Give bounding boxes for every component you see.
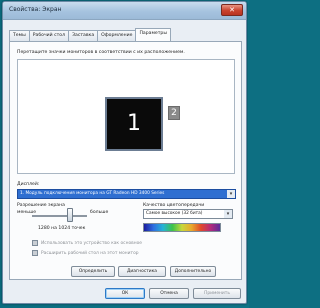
- ok-button[interactable]: ОК: [105, 288, 145, 299]
- resolution-value: 1280 на 1024 точек: [38, 226, 86, 231]
- monitor-1-icon[interactable]: 1: [105, 97, 163, 151]
- chevron-down-icon[interactable]: ▾: [227, 190, 235, 198]
- monitor-2-icon[interactable]: 2: [168, 106, 180, 120]
- extend-desktop-checkbox-label: Расширить рабочий стол на этот монитор: [41, 250, 139, 256]
- tab-themes[interactable]: Темы: [9, 30, 30, 41]
- tab-screensaver[interactable]: Заставка: [68, 30, 99, 41]
- display-select-value: 1. Модуль подключения монитора на GT Rad…: [20, 191, 165, 196]
- advanced-button[interactable]: Дополнительно: [170, 266, 216, 277]
- close-button[interactable]: ✕: [221, 4, 243, 16]
- primary-device-checkbox[interactable]: [32, 240, 38, 246]
- color-quality-select[interactable]: Самое высокое (32 бита) ▾: [143, 209, 233, 219]
- resolution-slider-thumb[interactable]: [67, 208, 73, 222]
- title-bar[interactable]: Свойства: Экран ✕: [3, 2, 246, 20]
- display-properties-dialog: Свойства: Экран ✕ Темы Рабочий стол Заст…: [2, 1, 247, 304]
- monitor-arrange-caption: Перетащите значки мониторов в соответств…: [17, 50, 185, 55]
- extend-desktop-checkbox[interactable]: [32, 250, 38, 256]
- settings-panel: Перетащите значки мониторов в соответств…: [9, 41, 242, 280]
- tab-strip: Темы Рабочий стол Заставка Оформление Па…: [9, 28, 171, 41]
- color-spectrum-bar: [143, 223, 221, 232]
- cancel-button[interactable]: Отмена: [149, 288, 189, 299]
- primary-device-checkbox-label: Использовать это устройство как основное: [41, 240, 142, 246]
- tab-settings[interactable]: Параметры: [135, 28, 171, 41]
- color-quality-value: Самое высокое (32 бита): [146, 211, 203, 216]
- color-quality-label: Качество цветопередачи: [143, 203, 205, 208]
- primary-device-checkbox-row[interactable]: Использовать это устройство как основное: [32, 240, 142, 246]
- identify-button[interactable]: Определить: [71, 266, 115, 277]
- monitor-preview-area: 1 2: [17, 59, 235, 174]
- resolution-more-label: больше: [90, 210, 109, 215]
- extend-desktop-checkbox-row[interactable]: Расширить рабочий стол на этот монитор: [32, 250, 139, 256]
- resolution-slider-track[interactable]: [32, 215, 87, 217]
- window-title: Свойства: Экран: [9, 6, 62, 13]
- display-select[interactable]: 1. Модуль подключения монитора на GT Rad…: [17, 189, 236, 199]
- display-label: Дисплей:: [17, 182, 40, 187]
- tab-desktop[interactable]: Рабочий стол: [28, 30, 70, 41]
- chevron-down-icon[interactable]: ▾: [224, 210, 232, 218]
- diagnostics-button[interactable]: Диагностика: [118, 266, 166, 277]
- tab-appearance[interactable]: Оформление: [97, 30, 137, 41]
- resolution-label: Разрешение экрана: [17, 203, 65, 208]
- apply-button[interactable]: Применить: [193, 288, 241, 299]
